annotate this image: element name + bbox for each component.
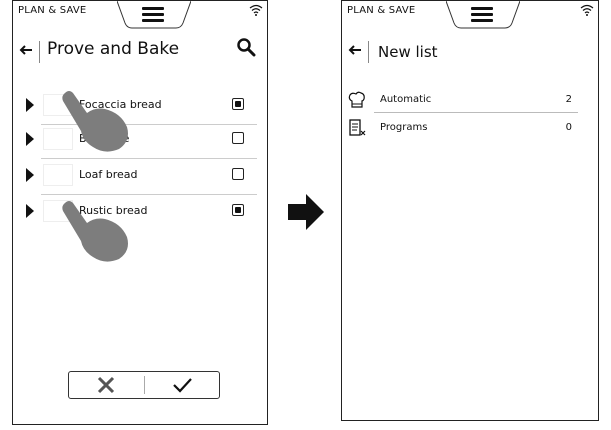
title-divider xyxy=(368,41,369,63)
recipe-checkbox[interactable] xyxy=(232,98,244,110)
title-bar: New list xyxy=(342,35,598,65)
recipe-row[interactable]: Rustic bread xyxy=(13,197,267,231)
action-button-bar xyxy=(68,371,220,399)
recipe-checkbox[interactable] xyxy=(232,204,244,216)
play-icon[interactable] xyxy=(26,132,34,146)
recipe-row[interactable]: Focaccia bread xyxy=(13,91,267,125)
brand-label: PLAN & SAVE xyxy=(18,5,87,16)
row-divider xyxy=(374,112,578,113)
row-divider xyxy=(41,194,257,195)
page-title: Prove and Bake xyxy=(47,39,180,59)
new-list-screen: PLAN & SAVE New list Automatic 2 Program… xyxy=(341,0,599,421)
prove-and-bake-screen: PLAN & SAVE Prove and Bake Focaccia brea… xyxy=(12,0,268,425)
search-icon[interactable] xyxy=(236,37,256,57)
play-icon[interactable] xyxy=(26,98,34,112)
list-item-automatic[interactable]: Automatic 2 xyxy=(342,89,598,113)
top-bar: PLAN & SAVE xyxy=(342,1,598,29)
page-title: New list xyxy=(378,43,438,61)
menu-icon[interactable] xyxy=(142,7,164,22)
back-arrow-icon[interactable] xyxy=(19,45,33,55)
play-icon[interactable] xyxy=(26,204,34,218)
recipe-row[interactable]: Baguette xyxy=(13,125,267,159)
recipe-label: Loaf bread xyxy=(79,168,138,181)
hand-pointer-icon xyxy=(62,91,129,152)
brand-label: PLAN & SAVE xyxy=(347,5,416,16)
hand-pointer-icon xyxy=(62,201,129,262)
cancel-button[interactable] xyxy=(69,372,144,398)
title-divider xyxy=(39,41,40,63)
list-item-programs[interactable]: Programs 0 xyxy=(342,117,598,141)
chef-hat-icon xyxy=(348,91,365,108)
play-icon[interactable] xyxy=(26,168,34,182)
right-arrow-icon xyxy=(288,194,324,230)
recipe-row[interactable]: Loaf bread xyxy=(13,161,267,195)
wifi-icon xyxy=(249,4,263,16)
back-arrow-icon[interactable] xyxy=(348,45,362,55)
list-item-count: 0 xyxy=(565,122,572,133)
list-item-label: Programs xyxy=(380,122,428,133)
menu-icon[interactable] xyxy=(471,7,493,22)
check-icon xyxy=(173,378,192,393)
recipe-checkbox[interactable] xyxy=(232,132,244,144)
recipe-checkbox[interactable] xyxy=(232,168,244,180)
row-divider xyxy=(41,158,257,159)
confirm-button[interactable] xyxy=(144,372,219,398)
close-icon xyxy=(97,376,115,394)
recipe-thumbnail xyxy=(43,164,73,186)
top-bar: PLAN & SAVE xyxy=(13,1,267,29)
program-icon xyxy=(349,119,366,136)
wifi-icon xyxy=(580,4,594,16)
list-item-label: Automatic xyxy=(380,94,432,105)
list-item-count: 2 xyxy=(565,94,572,105)
title-bar: Prove and Bake xyxy=(13,35,267,65)
